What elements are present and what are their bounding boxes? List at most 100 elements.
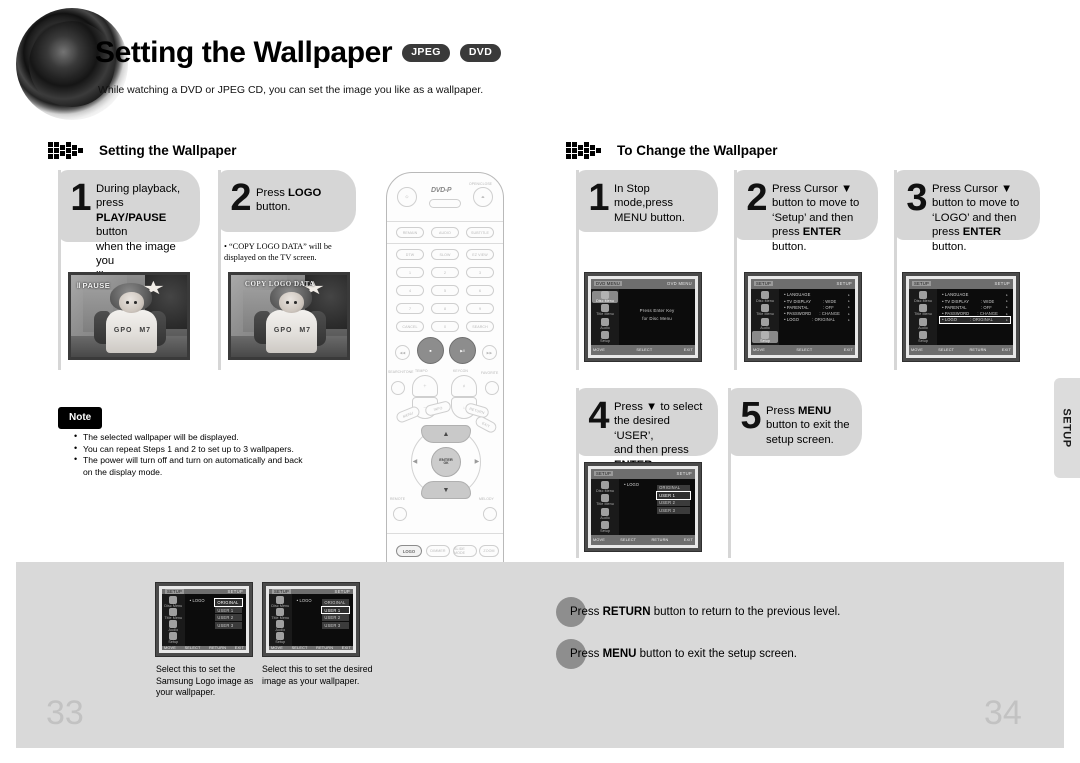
remote-rew-button[interactable]: ◀◀ bbox=[395, 345, 410, 360]
osd3-sidebar-setup[interactable]: Setup bbox=[910, 330, 936, 343]
remote-enter-button[interactable]: ENTER OK bbox=[431, 447, 461, 477]
left-step-2-bold: LOGO bbox=[288, 187, 322, 199]
osd6-option-user3[interactable]: USER 3 bbox=[322, 621, 350, 629]
remote-search-button[interactable]: SEARCH bbox=[466, 321, 494, 332]
osd2-sidebar-audio[interactable]: Audio bbox=[752, 317, 778, 330]
remote-tempo-up-button[interactable]: ＋ bbox=[412, 375, 438, 397]
osd6-option-original[interactable]: ORIGINAL bbox=[322, 599, 350, 606]
remote-cursor-up-button[interactable]: ▲ bbox=[421, 425, 471, 443]
photo2-logo-right: M7 bbox=[299, 326, 312, 334]
osd5-sidebar-title-menu[interactable]: Title Menu bbox=[163, 608, 184, 620]
remote-logo-button[interactable]: LOGO bbox=[396, 545, 422, 557]
right-step-2-l4pre: press bbox=[772, 226, 803, 239]
osd5-sidebar-audio[interactable]: Audio bbox=[163, 620, 184, 632]
header-subtitle: While watching a DVD or JPEG CD, you can… bbox=[98, 84, 484, 96]
remote-number-7[interactable]: 7 bbox=[396, 303, 424, 314]
remote-number-6[interactable]: 6 bbox=[466, 285, 494, 296]
osd4-sidebar-title-menu[interactable]: Title Menu bbox=[592, 494, 618, 506]
remote-favorite-button[interactable] bbox=[485, 381, 499, 395]
remote-dtw-button[interactable]: DTW bbox=[396, 249, 424, 260]
osd4-sidebar-disc-menu[interactable]: Disc Menu bbox=[592, 481, 618, 493]
osd2-sidebar-title-menu[interactable]: Title Menu bbox=[752, 304, 778, 316]
remote-ff-button[interactable]: ▶▶ bbox=[482, 345, 497, 360]
osd1-sidebar-setup[interactable]: Setup bbox=[592, 330, 618, 343]
press-return-post: button to return to the previous level. bbox=[650, 606, 841, 618]
page-number-left: 33 bbox=[46, 694, 84, 732]
osd6-sidebar-setup[interactable]: Setup bbox=[270, 632, 291, 644]
osd3-sidebar-disc-menu[interactable]: Disc Menu bbox=[910, 291, 936, 303]
remote-stop-button[interactable]: ■ bbox=[417, 337, 444, 364]
osd4-sidebar-setup[interactable]: Setup bbox=[592, 520, 618, 533]
right-step-1-l2: mode,press bbox=[614, 197, 674, 210]
remote-cursor-down-button[interactable]: ▼ bbox=[421, 481, 471, 499]
badge-jpeg: JPEG bbox=[402, 44, 450, 62]
osd6-option-user1-selected[interactable]: USER 1 bbox=[321, 605, 351, 615]
osd4-sidebar-audio[interactable]: Audio bbox=[592, 507, 618, 520]
remote-melody-button[interactable] bbox=[483, 507, 497, 521]
osd6-footer-exit: EXIT bbox=[341, 646, 351, 650]
osd1-sidebar-title-menu[interactable]: Title Menu bbox=[592, 304, 618, 316]
remote-remote-button[interactable] bbox=[393, 507, 407, 521]
osd6-sidebar-audio[interactable]: Audio bbox=[270, 620, 291, 632]
osd5-option-original-selected[interactable]: ORIGINAL bbox=[214, 598, 244, 607]
osd3-sidebar-title-menu[interactable]: Title Menu bbox=[910, 304, 936, 316]
remote-cursor-right-button[interactable]: ▶ bbox=[471, 451, 483, 471]
remote-cursor-left-button[interactable]: ◀ bbox=[409, 451, 421, 471]
remote-number-2[interactable]: 2 bbox=[431, 267, 459, 278]
remote-menu-button[interactable]: MENU bbox=[394, 404, 422, 425]
osd-setup-logo-selected: SETUP SETUP Disc Menu Title Menu Audio S… bbox=[902, 272, 1020, 362]
osd3-sidebar-audio[interactable]: Audio bbox=[910, 317, 936, 330]
remote-search-tone-button[interactable] bbox=[391, 381, 405, 395]
side-tab-setup[interactable]: SETUP bbox=[1054, 378, 1080, 478]
press-return-line: Press RETURN button to return to the pre… bbox=[556, 597, 840, 627]
osd1-sidebar-disc-menu[interactable]: Disc Menu bbox=[592, 291, 619, 304]
remote-audio-button[interactable]: AUDIO bbox=[431, 227, 459, 238]
osd4-option-user1-selected[interactable]: USER 1 bbox=[656, 491, 692, 500]
left-step-1-line2: button bbox=[96, 226, 128, 239]
remote-ezview-button[interactable]: EZ VIEW bbox=[466, 249, 494, 260]
left-step-2-bullet-note: • “COPY LOGO DATA” will be displayed on … bbox=[224, 242, 332, 263]
osd3-row-logo-selected[interactable]: LOGO: ORIGINAL▸ bbox=[939, 315, 1011, 324]
remote-dimmer-button[interactable]: DIMMER bbox=[426, 545, 450, 557]
osd4-option-original[interactable]: ORIGINAL bbox=[657, 484, 691, 492]
osd2-sidebar-setup[interactable]: Setup bbox=[752, 330, 779, 343]
remote-number-0[interactable]: 0 bbox=[431, 321, 459, 332]
osd2-row-logo[interactable]: LOGO: ORIGINAL▸ bbox=[782, 317, 852, 323]
badge-dvd: DVD bbox=[459, 44, 502, 62]
osd5-option-user1[interactable]: USER 1 bbox=[215, 606, 243, 614]
osd6-sidebar-disc-menu[interactable]: Disc Menu bbox=[270, 596, 291, 608]
remote-power-button[interactable]: ⏻ bbox=[397, 187, 417, 207]
remote-number-9[interactable]: 9 bbox=[466, 303, 494, 314]
remote-number-1[interactable]: 1 bbox=[396, 267, 424, 278]
remote-keycon-up-button[interactable]: ♯ bbox=[451, 375, 477, 397]
osd1-center-line1: Press Enter Key bbox=[639, 308, 675, 314]
osd1-sidebar-audio[interactable]: Audio bbox=[592, 317, 618, 330]
remote-subtitle-button[interactable]: SUBTITLE bbox=[466, 227, 494, 238]
osd6-option-user2[interactable]: USER 2 bbox=[322, 614, 350, 621]
remote-number-4[interactable]: 4 bbox=[396, 285, 424, 296]
remote-slide-mode-button[interactable]: SLIDE MODE bbox=[453, 545, 477, 557]
osd4-option-user2[interactable]: USER 2 bbox=[657, 499, 691, 507]
remote-open-close-button[interactable]: ⏏ bbox=[473, 187, 493, 207]
remote-number-8[interactable]: 8 bbox=[431, 303, 459, 314]
osd2-sidebar-disc-menu[interactable]: Disc Menu bbox=[752, 291, 778, 303]
remote-play-pause-button[interactable]: ▶‖ bbox=[449, 337, 476, 364]
right-step-1-text: In Stop mode,press MENU button. bbox=[614, 179, 685, 225]
osd4-option-user3[interactable]: USER 3 bbox=[657, 507, 691, 514]
left-section-heading: Setting the Wallpaper bbox=[48, 140, 237, 160]
osd5-option-user3[interactable]: USER 3 bbox=[215, 621, 243, 629]
osd5-sidebar-setup[interactable]: Setup bbox=[163, 632, 184, 644]
osd4-title-right: SETUP bbox=[676, 471, 692, 477]
remote-remain-button[interactable]: REMAIN bbox=[396, 227, 424, 238]
remote-number-5[interactable]: 5 bbox=[431, 285, 459, 296]
osd5-option-user2[interactable]: USER 2 bbox=[215, 614, 243, 621]
left-step-1-number: 1 bbox=[70, 177, 92, 219]
remote-cancel-button[interactable]: CANCEL bbox=[396, 321, 424, 332]
osd6-sidebar-title-menu[interactable]: Title Menu bbox=[270, 608, 291, 620]
remote-slow-button[interactable]: SLOW bbox=[431, 249, 459, 260]
remote-number-3[interactable]: 3 bbox=[466, 267, 494, 278]
remote-zoom-button[interactable]: ZOOM bbox=[479, 545, 499, 557]
osd5-sidebar-disc-menu[interactable]: Disc Menu bbox=[163, 596, 184, 608]
remote-melody-label: MELODY bbox=[479, 497, 494, 501]
remote-exit-button[interactable]: EXIT bbox=[473, 414, 499, 435]
